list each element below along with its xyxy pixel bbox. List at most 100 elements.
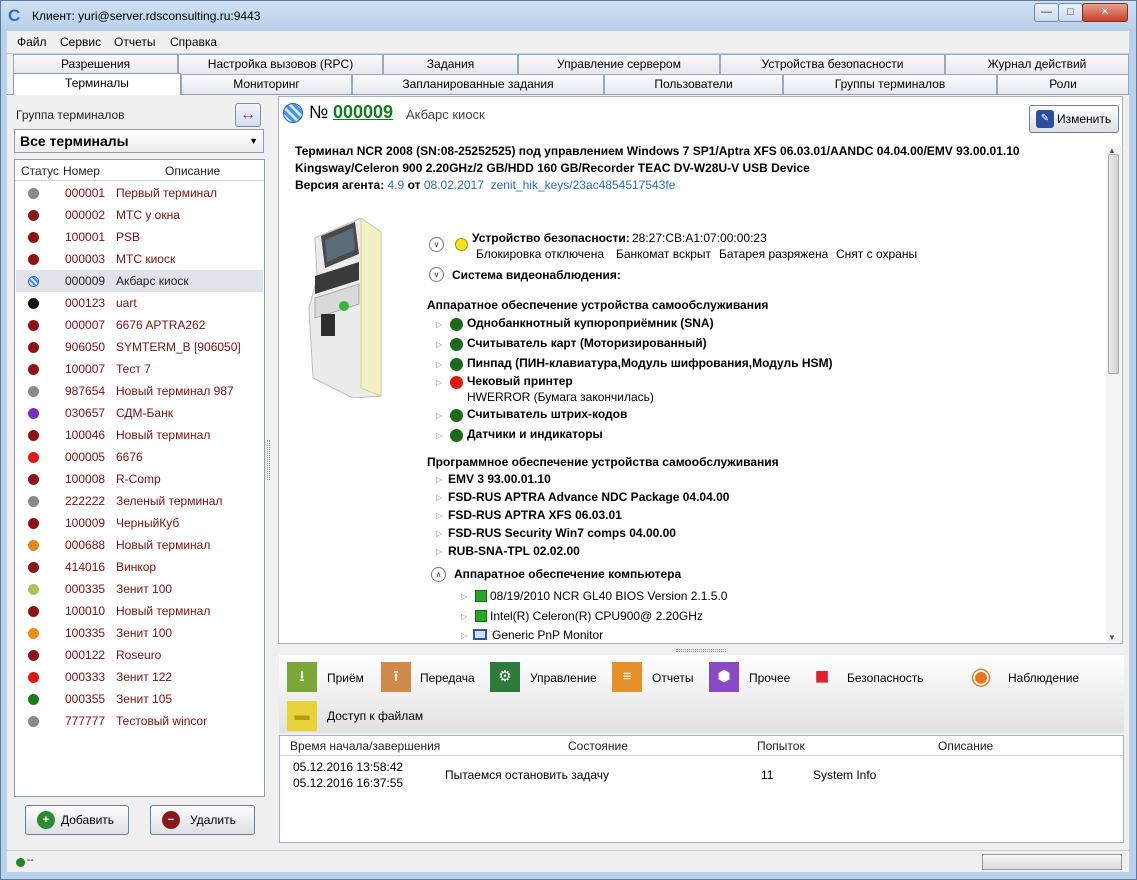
toolbar-label[interactable]: Управление bbox=[530, 671, 597, 685]
list-item[interactable]: 100010 Новый терминал bbox=[16, 600, 263, 622]
tab-action-log[interactable]: Журнал действий bbox=[945, 54, 1129, 74]
tab-terminals[interactable]: Терминалы bbox=[13, 73, 181, 95]
group-select[interactable]: Все терминалы ▼ bbox=[14, 129, 264, 153]
list-item[interactable]: 000005 6676 bbox=[16, 446, 263, 468]
header-status[interactable]: Статус bbox=[21, 164, 59, 178]
list-item[interactable]: 777777 Тестовый wincor bbox=[16, 710, 263, 732]
toolbar-label[interactable]: Прочее bbox=[749, 671, 790, 685]
tab-permissions[interactable]: Разрешения bbox=[13, 54, 178, 74]
menu-help[interactable]: Справка bbox=[170, 35, 217, 49]
toolbar-label[interactable]: Приём bbox=[327, 671, 364, 685]
close-button[interactable]: ✕ bbox=[1082, 3, 1128, 22]
status-dot-icon bbox=[28, 210, 39, 221]
col-description[interactable]: Описание bbox=[938, 739, 993, 753]
toolbar-label[interactable]: Отчеты bbox=[652, 671, 693, 685]
expand-triangle-icon[interactable]: ▷ bbox=[436, 431, 442, 440]
list-item[interactable]: 030657 СДМ-Банк bbox=[16, 402, 263, 424]
add-terminal-button[interactable]: + Добавить bbox=[25, 805, 129, 835]
list-item[interactable]: 100007 Тест 7 bbox=[16, 358, 263, 380]
list-item[interactable]: 906050 SYMTERM_B [906050] bbox=[16, 336, 263, 358]
toolbar-label[interactable]: Передача bbox=[420, 671, 475, 685]
list-item[interactable]: 000355 Зенит 105 bbox=[16, 688, 263, 710]
list-item[interactable]: 000003 МТС киоск bbox=[16, 248, 263, 270]
list-item[interactable]: 000688 Новый терминал bbox=[16, 534, 263, 556]
list-item[interactable]: 000333 Зенит 122 bbox=[16, 666, 263, 688]
agent-keys[interactable]: zenit_hik_keys/23ac4854517543fe bbox=[491, 178, 676, 192]
agent-version[interactable]: 4.9 bbox=[388, 178, 405, 192]
maximize-button[interactable]: □ bbox=[1058, 3, 1083, 22]
lock-icon[interactable]: ■ bbox=[807, 662, 837, 692]
list-item[interactable]: 414016 Винкор bbox=[16, 556, 263, 578]
list-item[interactable]: 222222 Зеленый терминал bbox=[16, 490, 263, 512]
terminal-number-link[interactable]: 000009 bbox=[333, 102, 393, 123]
collapse-security-icon[interactable]: ∨ bbox=[429, 237, 444, 252]
tab-security-devices[interactable]: Устройства безопасности bbox=[720, 54, 945, 74]
list-item[interactable]: 000122 Roseuro bbox=[16, 644, 263, 666]
collapse-pc-icon[interactable]: ∧ bbox=[431, 567, 446, 582]
col-attempts[interactable]: Попыток bbox=[757, 739, 805, 753]
expand-triangle-icon[interactable]: ▷ bbox=[436, 320, 442, 329]
tab-scheduled-jobs[interactable]: Запланированные задания bbox=[352, 74, 604, 94]
expand-triangle-icon[interactable]: ▷ bbox=[436, 340, 442, 349]
expand-triangle-icon[interactable]: ▷ bbox=[461, 592, 467, 601]
list-item[interactable]: 000007 6676 APTRA262 bbox=[16, 314, 263, 336]
eye-icon[interactable]: ◉ bbox=[966, 662, 996, 692]
list-item[interactable]: 000335 Зенит 100 bbox=[16, 578, 263, 600]
swap-arrows-icon[interactable]: ↔ bbox=[235, 103, 261, 127]
tab-users[interactable]: Пользователи bbox=[604, 74, 783, 94]
toolbar-label[interactable]: Доступ к файлам bbox=[327, 709, 423, 723]
list-item[interactable]: 000009 Акбарс киоск bbox=[16, 270, 263, 292]
hexagons-icon[interactable]: ⬢ bbox=[709, 662, 739, 692]
upload-icon[interactable]: ⭱ bbox=[381, 662, 411, 692]
tab-jobs[interactable]: Задания bbox=[383, 54, 518, 74]
list-item[interactable]: 100001 PSB bbox=[16, 226, 263, 248]
horizontal-splitter[interactable] bbox=[676, 649, 726, 652]
expand-triangle-icon[interactable]: ▷ bbox=[461, 612, 467, 621]
toolbar-label[interactable]: Наблюдение bbox=[1008, 671, 1079, 685]
tab-terminal-groups[interactable]: Группы терминалов bbox=[783, 74, 997, 94]
scrollbar-thumb[interactable] bbox=[1108, 154, 1119, 374]
header-description[interactable]: Описание bbox=[165, 164, 220, 178]
list-item[interactable]: 000002 МТС у окна bbox=[16, 204, 263, 226]
expand-triangle-icon[interactable]: ▷ bbox=[436, 493, 442, 502]
menu-service[interactable]: Сервис bbox=[60, 35, 101, 49]
tab-monitoring[interactable]: Мониторинг bbox=[181, 74, 352, 94]
list-item[interactable]: 100008 R-Comp bbox=[16, 468, 263, 490]
list-item[interactable]: 000001 Первый терминал bbox=[16, 182, 263, 204]
list-item[interactable]: 100009 ЧерныйКуб bbox=[16, 512, 263, 534]
tab-roles[interactable]: Роли bbox=[997, 74, 1129, 94]
menu-file[interactable]: Файл bbox=[17, 35, 47, 49]
expand-triangle-icon[interactable]: ▷ bbox=[436, 475, 442, 484]
scroll-down-icon[interactable]: ▼ bbox=[1108, 633, 1116, 642]
list-item[interactable]: 000123 uart bbox=[16, 292, 263, 314]
menu-reports[interactable]: Отчеты bbox=[114, 35, 155, 49]
folder-icon[interactable]: ▬ bbox=[287, 701, 317, 731]
server-gear-icon[interactable]: ⚙ bbox=[490, 662, 520, 692]
toolbar-label[interactable]: Безопасность bbox=[847, 671, 924, 685]
list-item[interactable]: 100335 Зенит 100 bbox=[16, 622, 263, 644]
expand-triangle-icon[interactable]: ▷ bbox=[461, 631, 467, 640]
list-item[interactable]: 987654 Новый терминал 987 bbox=[16, 380, 263, 402]
expand-triangle-icon[interactable]: ▷ bbox=[436, 529, 442, 538]
vertical-splitter[interactable] bbox=[267, 440, 270, 480]
col-state[interactable]: Состояние bbox=[568, 739, 628, 753]
minimize-button[interactable]: — bbox=[1034, 3, 1059, 22]
tab-server-management[interactable]: Управление сервером bbox=[518, 54, 720, 74]
list-item[interactable]: 100046 Новый терминал bbox=[16, 424, 263, 446]
expand-triangle-icon[interactable]: ▷ bbox=[436, 378, 442, 387]
delete-terminal-button[interactable]: − Удалить bbox=[150, 805, 255, 835]
expand-triangle-icon[interactable]: ▷ bbox=[436, 411, 442, 420]
tab-rpc-settings[interactable]: Настройка вызовов (RPC) bbox=[178, 54, 383, 74]
download-icon[interactable]: ⭳ bbox=[287, 662, 317, 692]
header-number[interactable]: Номер bbox=[63, 164, 100, 178]
expand-triangle-icon[interactable]: ▷ bbox=[436, 547, 442, 556]
expand-video-icon[interactable]: ∨ bbox=[429, 267, 444, 282]
edit-button[interactable]: ✎ Изменить bbox=[1029, 105, 1119, 133]
col-time[interactable]: Время начала/завершения bbox=[290, 739, 440, 753]
expand-triangle-icon[interactable]: ▷ bbox=[436, 360, 442, 369]
agent-date[interactable]: 08.02.2017 bbox=[424, 178, 484, 192]
detail-scrollbar[interactable]: ▲ ▼ bbox=[1106, 146, 1121, 642]
expand-triangle-icon[interactable]: ▷ bbox=[436, 511, 442, 520]
title-bar[interactable]: C Клиент: yuri@server.rdsconsulting.ru:9… bbox=[1, 1, 1136, 32]
report-icon[interactable]: ≡ bbox=[612, 662, 642, 692]
